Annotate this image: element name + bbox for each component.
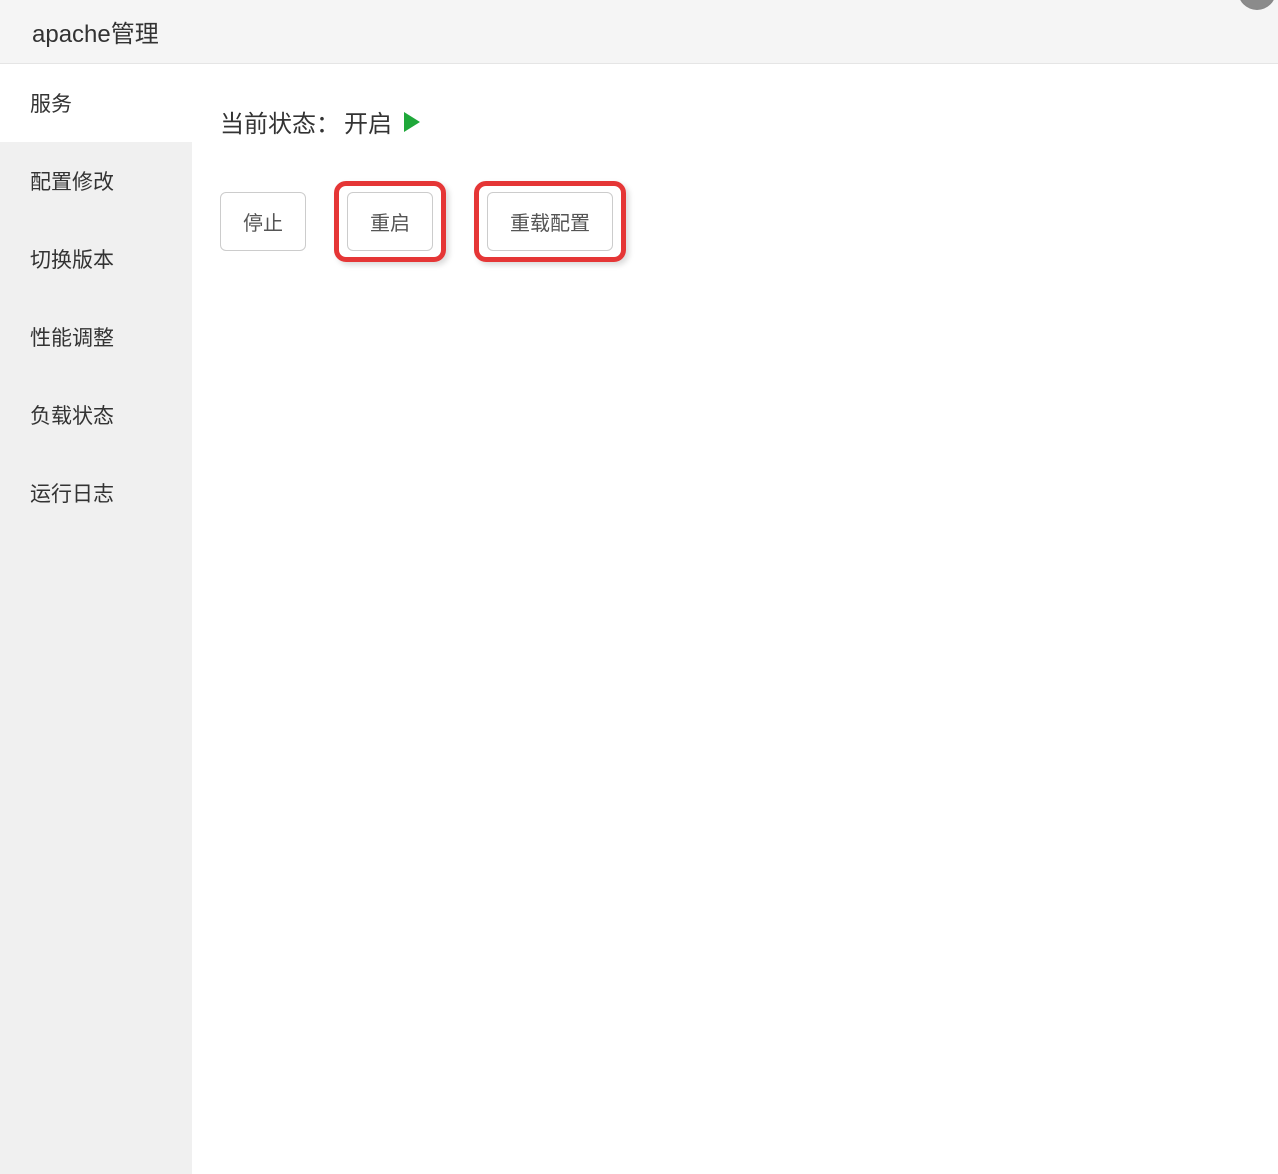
stop-button[interactable]: 停止: [220, 192, 306, 251]
sidebar-item-logs[interactable]: 运行日志: [0, 454, 192, 532]
status-label: 当前状态：: [220, 104, 340, 139]
sidebar-item-performance[interactable]: 性能调整: [0, 298, 192, 376]
play-icon: [404, 112, 420, 132]
sidebar-item-label: 配置修改: [30, 171, 114, 194]
button-row: 停止 重启 重载配置: [220, 181, 1250, 262]
sidebar-item-label: 切换版本: [30, 249, 114, 272]
reload-config-button[interactable]: 重载配置: [487, 192, 613, 251]
sidebar-item-service[interactable]: 服务: [0, 64, 192, 142]
main-content: 当前状态： 开启 停止 重启 重载配置: [192, 64, 1278, 1174]
sidebar-item-label: 负载状态: [30, 405, 114, 428]
highlight-reload: 重载配置: [474, 181, 626, 262]
sidebar-item-load[interactable]: 负载状态: [0, 376, 192, 454]
container: 服务 配置修改 切换版本 性能调整 负载状态 运行日志 当前状态： 开启 停止 …: [0, 64, 1278, 1174]
sidebar-item-config[interactable]: 配置修改: [0, 142, 192, 220]
restart-button[interactable]: 重启: [347, 192, 433, 251]
header: apache管理: [0, 0, 1278, 64]
sidebar-item-label: 性能调整: [30, 327, 114, 350]
highlight-restart: 重启: [334, 181, 446, 262]
sidebar: 服务 配置修改 切换版本 性能调整 负载状态 运行日志: [0, 64, 192, 1174]
status-value: 开启: [344, 104, 392, 139]
sidebar-item-version[interactable]: 切换版本: [0, 220, 192, 298]
sidebar-item-label: 运行日志: [30, 483, 114, 506]
page-title: apache管理: [32, 14, 159, 49]
status-line: 当前状态： 开启: [220, 104, 1250, 139]
sidebar-item-label: 服务: [30, 93, 72, 116]
